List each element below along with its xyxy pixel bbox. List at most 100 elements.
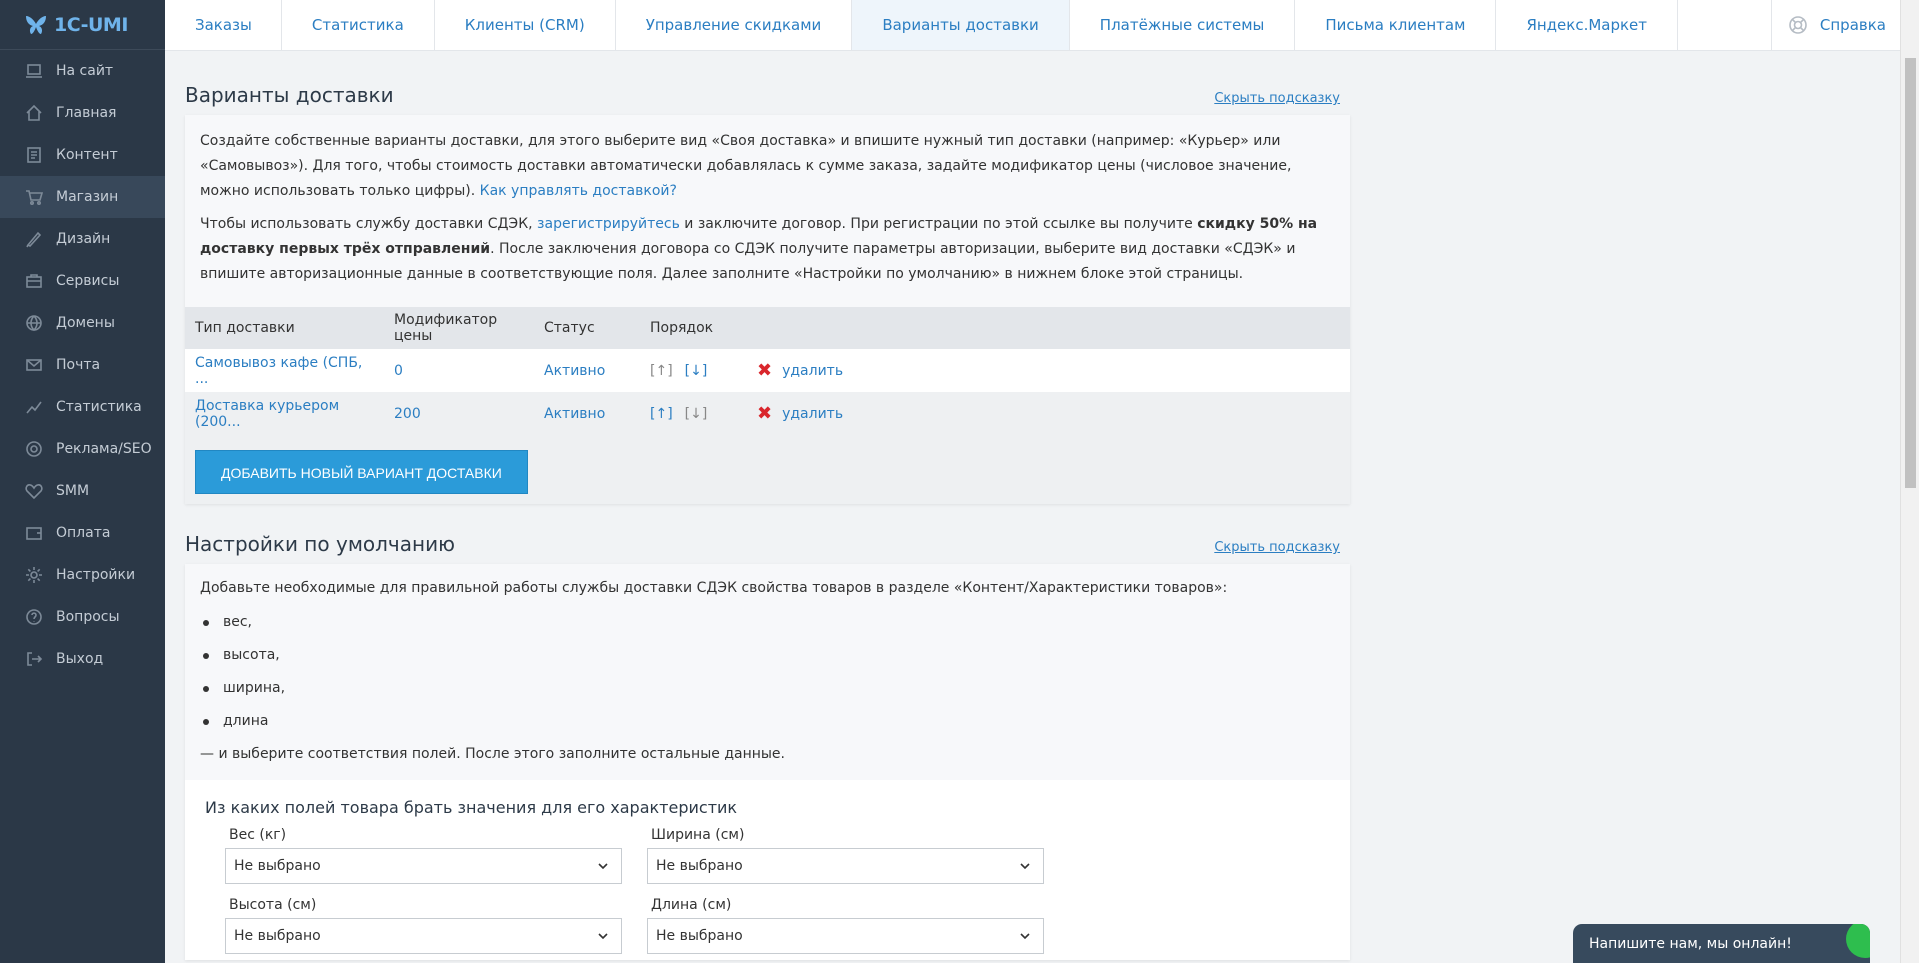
column-header-order: Порядок bbox=[640, 307, 747, 349]
hide-hint-link[interactable]: Скрыть подсказку bbox=[1214, 91, 1340, 106]
sidebar-item-mail[interactable]: Почта bbox=[0, 344, 165, 386]
price-modifier-value[interactable]: 0 bbox=[394, 363, 403, 379]
help-label: Справка bbox=[1819, 16, 1886, 34]
add-delivery-button[interactable]: ДОБАВИТЬ НОВЫЙ ВАРИАНТ ДОСТАВКИ bbox=[195, 450, 528, 494]
sidebar-item-payment[interactable]: Оплата bbox=[0, 512, 165, 554]
length-field: Длина (см) Не выбрано bbox=[647, 897, 1044, 960]
status-toggle[interactable]: Активно bbox=[544, 406, 605, 422]
tab-delivery[interactable]: Варианты доставки bbox=[852, 0, 1070, 50]
sidebar-item-label: Статистика bbox=[56, 399, 142, 415]
briefcase-icon bbox=[24, 271, 44, 291]
chart-icon bbox=[24, 397, 44, 417]
list-item-text: высота, bbox=[223, 647, 280, 663]
height-select[interactable]: Не выбрано bbox=[225, 918, 622, 954]
logo[interactable]: 1C-UMI bbox=[0, 0, 165, 50]
hide-hint-link[interactable]: Скрыть подсказку bbox=[1214, 540, 1340, 555]
defaults-title: Настройки по умолчанию bbox=[185, 532, 455, 556]
delivery-section-header: Варианты доставки Скрыть подсказку bbox=[185, 51, 1350, 115]
move-down-button[interactable]: [↓] bbox=[685, 363, 708, 379]
delete-button[interactable]: ✖ удалить bbox=[757, 361, 843, 380]
target-icon bbox=[24, 439, 44, 459]
sidebar-item-questions[interactable]: Вопросы bbox=[0, 596, 165, 638]
chat-label: Напишите нам, мы онлайн! bbox=[1589, 935, 1792, 952]
delete-button[interactable]: ✖ удалить bbox=[757, 402, 844, 424]
document-icon bbox=[24, 145, 44, 165]
table-header-row: Тип доставки Модификатор цены Статус Пор… bbox=[185, 307, 1350, 349]
defaults-outro: — и выберите соответствия полей. После э… bbox=[200, 745, 785, 762]
butterfly-logo-icon bbox=[26, 15, 46, 34]
column-header-status: Статус bbox=[534, 307, 640, 349]
table-row: Самовывоз кафе (СПБ, ... 0 Активно [↑] [↓… bbox=[185, 349, 1350, 392]
delivery-panel: Создайте собственные варианты доставки, … bbox=[185, 115, 1350, 504]
list-item-text: вес, bbox=[223, 614, 253, 630]
add-button-area: ДОБАВИТЬ НОВЫЙ ВАРИАНТ ДОСТАВКИ bbox=[185, 435, 1350, 504]
form-title: Из каких полей товара брать значения для… bbox=[205, 798, 738, 817]
field-label: Ширина (см) bbox=[651, 827, 745, 843]
tab-discounts[interactable]: Управление скидками bbox=[616, 0, 853, 50]
defaults-intro: Добавьте необходимые для правильной рабо… bbox=[200, 580, 1228, 596]
tab-yandex-market[interactable]: Яндекс.Маркет bbox=[1496, 0, 1679, 50]
sidebar-item-label: Выход bbox=[56, 651, 104, 667]
tab-statistics[interactable]: Статистика bbox=[282, 0, 435, 50]
hint-paragraph-2: Чтобы использовать службу доставки СДЭК,… bbox=[200, 212, 1335, 287]
select-value: Не выбрано bbox=[234, 858, 321, 874]
delete-label: удалить bbox=[782, 405, 844, 422]
tab-orders[interactable]: Заказы bbox=[165, 0, 282, 50]
sidebar-item-services[interactable]: Сервисы bbox=[0, 260, 165, 302]
field-label: Вес (кг) bbox=[229, 827, 287, 843]
delivery-type-link[interactable]: Доставка курьером (200... bbox=[195, 398, 339, 430]
sidebar-item-site[interactable]: На сайт bbox=[0, 50, 165, 92]
price-modifier-value[interactable]: 200 bbox=[394, 406, 421, 422]
sidebar-item-settings[interactable]: Настройки bbox=[0, 554, 165, 596]
characteristics-form: Из каких полей товара брать значения для… bbox=[185, 780, 1350, 960]
sidebar-item-home[interactable]: Главная bbox=[0, 92, 165, 134]
wallet-icon bbox=[24, 523, 44, 543]
chevron-down-icon bbox=[1020, 863, 1030, 870]
sidebar-item-label: Магазин bbox=[56, 189, 119, 205]
sidebar-item-statistics[interactable]: Статистика bbox=[0, 386, 165, 428]
select-value: Не выбрано bbox=[656, 928, 743, 944]
tab-payment-systems[interactable]: Платёжные системы bbox=[1070, 0, 1296, 50]
logo-text: 1C-UMI bbox=[54, 13, 128, 36]
length-select[interactable]: Не выбрано bbox=[647, 918, 1044, 954]
register-link[interactable]: зарегистрируйтесь bbox=[537, 216, 680, 232]
column-header-type: Тип доставки bbox=[185, 307, 384, 349]
delivery-table: Тип доставки Модификатор цены Статус Пор… bbox=[185, 307, 1350, 435]
sidebar-item-label: На сайт bbox=[56, 63, 114, 79]
sidebar-item-smm[interactable]: SMM bbox=[0, 470, 165, 512]
move-up-button[interactable]: [↑] bbox=[650, 406, 673, 422]
help-link[interactable]: Справка bbox=[1770, 0, 1900, 50]
manage-delivery-link[interactable]: Как управлять доставкой? bbox=[480, 183, 677, 199]
top-tabs: Заказы Статистика Клиенты (CRM) Управлен… bbox=[165, 0, 1900, 51]
delivery-hint: Создайте собственные варианты доставки, … bbox=[185, 115, 1350, 307]
mail-icon bbox=[24, 355, 44, 375]
width-field: Ширина (см) Не выбрано bbox=[647, 827, 1044, 897]
sidebar-item-label: Настройки bbox=[56, 567, 136, 583]
hint-text: Чтобы использовать службу доставки СДЭК, bbox=[200, 216, 538, 232]
sidebar-item-content[interactable]: Контент bbox=[0, 134, 165, 176]
page-scrollbar[interactable] bbox=[1900, 0, 1919, 963]
delete-icon: ✖ bbox=[757, 402, 773, 424]
weight-select[interactable]: Не выбрано bbox=[225, 848, 622, 884]
scrollbar-thumb[interactable] bbox=[1905, 58, 1916, 488]
sidebar-item-shop[interactable]: Магазин bbox=[0, 176, 165, 218]
sidebar-item-design[interactable]: Дизайн bbox=[0, 218, 165, 260]
defaults-section-header: Настройки по умолчанию Скрыть подсказку bbox=[185, 504, 1350, 564]
list-item: длина bbox=[200, 705, 1335, 738]
sidebar-item-domains[interactable]: Домены bbox=[0, 302, 165, 344]
sidebar-item-label: Главная bbox=[56, 105, 117, 121]
chevron-down-icon bbox=[598, 863, 608, 870]
heart-icon bbox=[24, 481, 44, 501]
tab-client-letters[interactable]: Письма клиентам bbox=[1295, 0, 1497, 50]
sidebar-item-seo[interactable]: Реклама/SEO bbox=[0, 428, 165, 470]
bullet-icon bbox=[203, 652, 209, 659]
height-field: Высота (см) Не выбрано bbox=[225, 897, 622, 960]
sidebar-item-logout[interactable]: Выход bbox=[0, 638, 165, 680]
status-toggle[interactable]: Активно bbox=[544, 363, 605, 379]
tab-crm[interactable]: Клиенты (CRM) bbox=[435, 0, 616, 50]
sidebar-item-label: Почта bbox=[56, 357, 101, 373]
delivery-type-link[interactable]: Самовывоз кафе (СПБ, ... bbox=[195, 355, 362, 387]
online-chat-widget[interactable]: Напишите нам, мы онлайн! bbox=[1573, 924, 1870, 963]
table-row: Доставка курьером (200... 200 Активно [↑… bbox=[185, 392, 1350, 435]
width-select[interactable]: Не выбрано bbox=[647, 848, 1044, 884]
